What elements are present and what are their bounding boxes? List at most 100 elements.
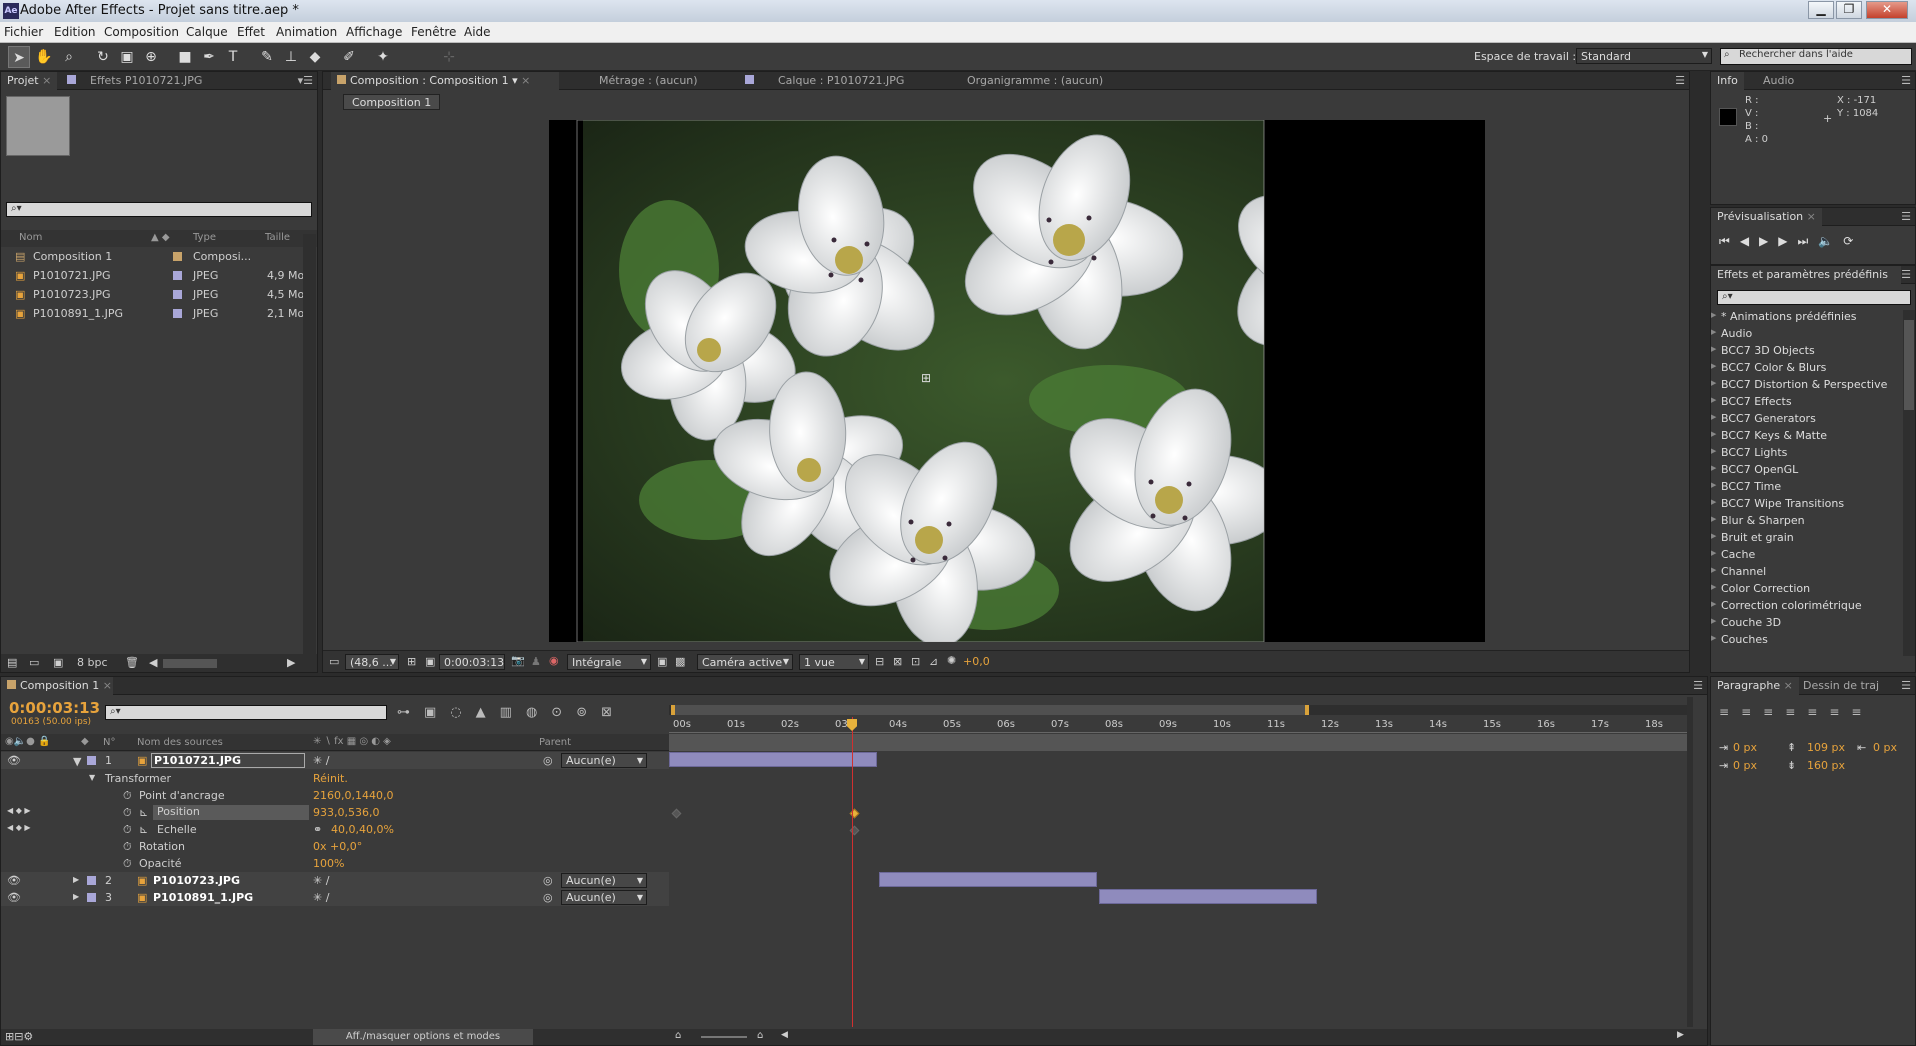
resolution-dropdown[interactable]: Intégrale ▼ <box>567 654 651 670</box>
keyframe-navigator-icon[interactable]: ◀ ◆ ▶ <box>7 806 31 815</box>
interpret-footage-icon[interactable]: ▤ <box>7 656 17 669</box>
panel-menu-icon[interactable]: ▾☰ <box>298 74 313 87</box>
menu-animation[interactable]: Animation <box>276 25 337 39</box>
always-preview-icon[interactable]: ▭ <box>329 655 339 668</box>
rotate-tool-icon[interactable]: ↻ <box>92 46 114 68</box>
new-folder-icon[interactable]: ▭ <box>29 656 39 669</box>
eraser-tool-icon[interactable]: ◆ <box>304 46 326 68</box>
layer-name[interactable]: P1010891_1.JPG <box>153 891 253 904</box>
minimize-button[interactable]: ▁ <box>1808 1 1834 19</box>
close-button[interactable]: ✕ <box>1866 1 1908 19</box>
composition-mini-flowchart-icon[interactable]: ⊶ <box>397 705 424 720</box>
justify-all-icon[interactable]: ≡ <box>1851 705 1873 719</box>
brainstorm-icon[interactable]: ◍ <box>526 705 551 720</box>
effect-category[interactable]: BCC7 Time <box>1711 480 1781 494</box>
layer-name[interactable]: P1010723.JPG <box>153 874 240 887</box>
col-source-name[interactable]: Nom des sources <box>137 737 223 748</box>
tab-effets-predefinis[interactable]: Effets et paramètres prédéfinis <box>1711 266 1901 284</box>
align-left-icon[interactable]: ≡ <box>1719 705 1741 719</box>
zoom-out-icon[interactable]: ⌂ <box>675 1030 681 1041</box>
layer-duration-bar[interactable] <box>879 872 1097 887</box>
region-of-interest-icon[interactable]: ▣ <box>657 655 667 668</box>
show-snapshot-icon[interactable]: ♟ <box>531 655 541 668</box>
stopwatch-icon[interactable]: ⏱ <box>123 789 132 803</box>
exposure-icon[interactable]: ✺ <box>947 654 956 667</box>
menu-edition[interactable]: Edition <box>54 25 96 39</box>
time-ruler[interactable]: 00s 01s 02s 03s 04s 05s 06s 07s 08s 09s 10s 11s 12s 1… <box>669 717 1689 733</box>
col-type[interactable]: Type <box>193 232 216 243</box>
tab-paragraphe[interactable]: Paragraphe × <box>1711 677 1799 695</box>
frame-blending-icon[interactable]: ▲ <box>476 705 500 720</box>
property-value[interactable]: 0x +0,0° <box>313 840 362 853</box>
label-color[interactable] <box>87 893 96 902</box>
safe-zones-icon[interactable]: ⊞ <box>407 655 416 668</box>
layer-duration-bar[interactable] <box>1099 889 1317 904</box>
effect-category[interactable]: BCC7 3D Objects <box>1711 344 1815 358</box>
workspace-dropdown[interactable]: Standard ▼ <box>1576 48 1712 64</box>
label-color[interactable] <box>87 756 96 765</box>
layer-row[interactable]: 👁 ▶ 3 ▣ P1010891_1.JPG ✳ ∕ ◎ Aucun(e) ▼ <box>1 889 669 906</box>
camera-tool-icon[interactable]: ▣ <box>116 46 138 68</box>
space-after-value[interactable]: 160 px <box>1807 759 1845 772</box>
motion-blur-icon[interactable]: ▥ <box>500 705 526 720</box>
align-right-icon[interactable]: ≡ <box>1763 705 1785 719</box>
transparency-grid-icon[interactable]: ▩ <box>675 655 685 668</box>
effect-category[interactable]: BCC7 Color & Blurs <box>1711 361 1826 375</box>
rectangle-tool-icon[interactable]: ■ <box>174 46 196 68</box>
stopwatch-active-icon[interactable]: ⏱ <box>123 823 132 837</box>
constrain-proportions-icon[interactable]: ⚭ <box>313 823 322 836</box>
col-nom[interactable]: Nom <box>19 232 42 243</box>
timeline-timecode[interactable]: 0:00:03:13 <box>9 699 100 717</box>
layer-row[interactable]: 👁 ▶ 2 ▣ P1010723.JPG ✳ ∕ ◎ Aucun(e) ▼ <box>1 872 669 889</box>
effect-category[interactable]: Audio <box>1711 327 1752 341</box>
loop-icon[interactable]: ⟳ <box>1843 234 1863 248</box>
transform-group[interactable]: ▼ Transformer Réinit. <box>1 770 669 787</box>
stopwatch-active-icon[interactable]: ⏱ <box>123 806 132 820</box>
pick-whip-icon[interactable]: ◎ <box>543 874 553 887</box>
effect-category[interactable]: Channel <box>1711 565 1766 579</box>
eye-icon[interactable]: 👁 <box>7 891 21 904</box>
justify-left-icon[interactable]: ≡ <box>1785 705 1807 719</box>
effect-category[interactable]: BCC7 OpenGL <box>1711 463 1798 477</box>
expand-arrow-icon[interactable]: ▶ <box>73 892 79 901</box>
exposure-value[interactable]: +0,0 <box>963 655 990 668</box>
timeline-search-input[interactable]: ⌕▾ <box>105 705 387 720</box>
project-item[interactable]: ▣ P1010723.JPG JPEG 4,5 Mo <box>1 286 317 303</box>
zoom-tool-icon[interactable]: ⌕ <box>58 46 80 68</box>
layer-name[interactable]: P1010721.JPG <box>151 753 305 768</box>
effect-category[interactable]: Blur & Sharpen <box>1711 514 1805 528</box>
expand-arrow-icon[interactable]: ▶ <box>73 875 79 884</box>
toggle-pixel-aspect-icon[interactable]: ⊟ <box>875 655 884 668</box>
effect-category[interactable]: * Animations prédéfinies <box>1711 310 1857 324</box>
snapshot-icon[interactable]: 📷 <box>511 654 525 667</box>
effect-category[interactable]: Cache <box>1711 548 1755 562</box>
audio-icon[interactable]: 🔈 <box>1818 234 1843 248</box>
effect-category[interactable]: Couches <box>1711 633 1768 647</box>
next-frame-icon[interactable]: ▶ <box>1778 234 1797 248</box>
timeline-scrollbar[interactable] <box>1687 697 1693 1027</box>
effects-search-input[interactable]: ⌕▾ <box>1717 290 1911 305</box>
property-value[interactable]: 40,0,40,0% <box>331 823 394 836</box>
menu-aide[interactable]: Aide <box>464 25 491 39</box>
effect-category[interactable]: BCC7 Wipe Transitions <box>1711 497 1844 511</box>
pen-tool-icon[interactable]: ✒ <box>198 46 220 68</box>
effect-category[interactable]: Color Correction <box>1711 582 1810 596</box>
menu-calque[interactable]: Calque <box>186 25 228 39</box>
horizontal-scroll-thumb[interactable] <box>163 659 217 668</box>
property-row[interactable]: ◀ ◆ ▶ ⏱ ⊾ Echelle ⚭ 40,0,40,0% <box>1 821 669 838</box>
position-keyframe-start[interactable] <box>671 808 682 819</box>
tab-metrage[interactable]: Métrage : (aucun) <box>593 72 704 90</box>
mask-visibility-icon[interactable]: ▣ <box>425 655 435 668</box>
effect-category[interactable]: Correction colorimétrique <box>1711 599 1862 613</box>
menu-effet[interactable]: Effet <box>237 25 265 39</box>
property-row[interactable]: ⏱ Point d'ancrage 2160,0,1440,0 <box>1 787 669 804</box>
tab-timeline-composition[interactable]: Composition 1 × <box>1 677 113 695</box>
layer-switches-icon[interactable]: ✳ ∕ <box>313 754 329 767</box>
eye-icon[interactable]: 👁 <box>7 874 21 887</box>
justify-right-icon[interactable]: ≡ <box>1829 705 1851 719</box>
stopwatch-icon[interactable]: ⏱ <box>123 857 132 871</box>
project-item[interactable]: ▤ Composition 1 Composi... <box>1 248 317 265</box>
panel-menu-icon[interactable]: ☰ <box>1901 268 1911 281</box>
project-scrollbar[interactable] <box>303 234 316 660</box>
panel-menu-icon[interactable]: ☰ <box>1901 74 1911 87</box>
